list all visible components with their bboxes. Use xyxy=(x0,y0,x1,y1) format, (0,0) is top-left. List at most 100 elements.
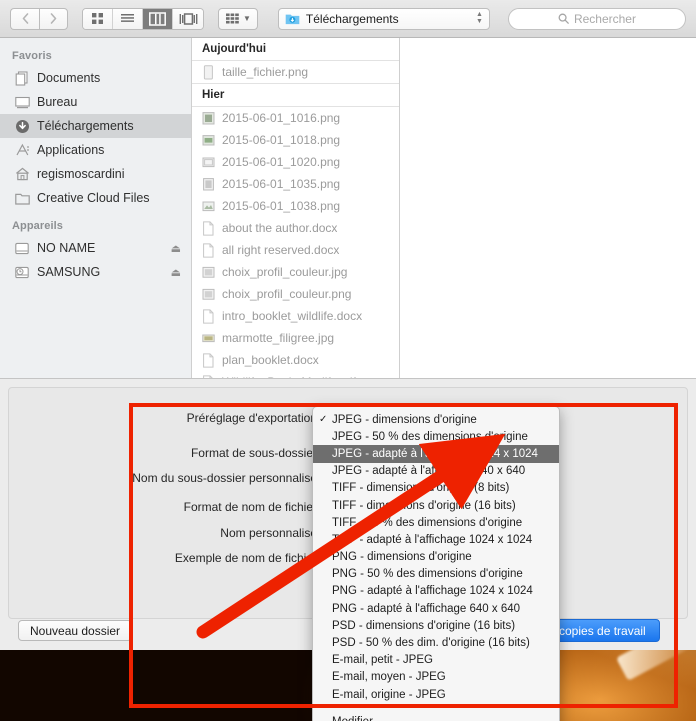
forward-button[interactable] xyxy=(39,7,68,30)
menu-item[interactable]: PSD - 50 % des dim. d'origine (16 bits) xyxy=(313,634,559,651)
file-row[interactable]: A Wildlife_Book_Modify.pdf xyxy=(192,371,399,378)
sidebar-item-no-name[interactable]: NO NAME ⏏ xyxy=(0,236,191,260)
file-name: marmotte_filigree.jpg xyxy=(222,331,335,345)
grid-icon xyxy=(92,13,103,24)
gallery-view-button[interactable] xyxy=(173,8,203,29)
menu-item-label: TIFF - dimensions d'origine (16 bits) xyxy=(332,499,516,512)
menu-item[interactable]: TIFF - adapté à l'affichage 1024 x 1024 xyxy=(313,531,559,548)
path-popup-button[interactable]: Téléchargements ▲ ▼ xyxy=(277,7,490,30)
image-file-icon xyxy=(203,177,214,190)
menu-item[interactable]: JPEG - adapté à l'affichage 640 x 640 xyxy=(313,463,559,480)
time-machine-drive-icon xyxy=(14,264,30,280)
file-name: 2015-06-01_1020.png xyxy=(222,155,341,169)
menu-item-modify[interactable]: Modifier... xyxy=(313,712,559,721)
image-file-icon xyxy=(202,288,215,300)
menu-item[interactable]: E-mail, petit - JPEG xyxy=(313,652,559,669)
back-button[interactable] xyxy=(10,7,39,30)
menu-item[interactable]: JPEG - 50 % des dimensions d'origine xyxy=(313,428,559,445)
menu-item[interactable]: E-mail, moyen - JPEG xyxy=(313,669,559,686)
file-row[interactable]: choix_profil_couleur.jpg xyxy=(192,261,399,283)
menu-separator xyxy=(321,707,551,709)
menu-item[interactable]: E-mail, origine - JPEG xyxy=(313,686,559,703)
menu-item[interactable]: TIFF - dimensions d'origine (8 bits) xyxy=(313,480,559,497)
file-name: choix_profil_couleur.jpg xyxy=(222,265,348,279)
sidebar-item-applications[interactable]: Applications xyxy=(0,138,191,162)
file-row[interactable]: 2015-06-01_1020.png xyxy=(192,151,399,173)
file-row[interactable]: 2015-06-01_1035.png xyxy=(192,173,399,195)
list-view-button[interactable] xyxy=(113,8,143,29)
list-icon xyxy=(121,14,134,22)
file-row[interactable]: 2015-06-01_1016.png xyxy=(192,107,399,129)
downloads-folder-icon xyxy=(285,14,300,25)
file-name: all right reserved.docx xyxy=(222,243,340,257)
export-preset-menu[interactable]: ✓ JPEG - dimensions d'origine JPEG - 50 %… xyxy=(312,406,560,721)
file-name: plan_booklet.docx xyxy=(222,353,319,367)
sidebar: Favoris Documents Bureau Téléchargements xyxy=(0,38,192,378)
file-name: 2015-06-01_1016.png xyxy=(222,111,341,125)
menu-item-label: PSD - dimensions d'origine (16 bits) xyxy=(332,619,516,632)
navigation-buttons xyxy=(10,7,68,30)
search-field[interactable]: Rechercher xyxy=(507,7,686,30)
file-name: 2015-06-01_1038.png xyxy=(222,199,341,213)
checkmark-icon: ✓ xyxy=(319,414,328,426)
search-icon xyxy=(558,13,569,24)
image-file-icon xyxy=(202,201,215,211)
menu-item[interactable]: PNG - adapté à l'affichage 640 x 640 xyxy=(313,600,559,617)
column-view-button[interactable] xyxy=(143,8,173,29)
field-label-filename-example: Exemple de nom de fichier xyxy=(174,551,317,565)
file-row[interactable]: all right reserved.docx xyxy=(192,239,399,261)
file-name: choix_profil_couleur.png xyxy=(222,287,352,301)
menu-item-label: PNG - 50 % des dimensions d'origine xyxy=(332,568,523,581)
downloads-icon xyxy=(14,118,30,134)
desktop-icon xyxy=(14,94,30,110)
action-menu-button[interactable]: ▼ xyxy=(218,7,258,30)
image-file-icon xyxy=(202,157,215,167)
menu-item[interactable]: PNG - dimensions d'origine xyxy=(313,549,559,566)
sidebar-item-telechargements[interactable]: Téléchargements xyxy=(0,114,191,138)
file-row[interactable]: 2015-06-01_1038.png xyxy=(192,195,399,217)
sidebar-section-header-favoris: Favoris xyxy=(12,50,52,62)
file-name: 2015-06-01_1035.png xyxy=(222,177,341,191)
sidebar-item-label: Téléchargements xyxy=(37,119,134,133)
menu-item-label: TIFF - adapté à l'affichage 1024 x 1024 xyxy=(332,533,533,546)
toolbar: ▼ Téléchargements ▲ ▼ Rechercher xyxy=(0,0,696,38)
icon-view-button[interactable] xyxy=(83,8,113,29)
sidebar-section-header-appareils: Appareils xyxy=(12,220,64,232)
menu-item-label: JPEG - 50 % des dimensions d'origine xyxy=(332,430,528,443)
sidebar-item-samsung[interactable]: SAMSUNG ⏏ xyxy=(0,260,191,284)
sidebar-item-creative-cloud-files[interactable]: Creative Cloud Files xyxy=(0,186,191,210)
file-browser: Favoris Documents Bureau Téléchargements xyxy=(0,38,696,378)
menu-item[interactable]: PSD - dimensions d'origine (16 bits) xyxy=(313,617,559,634)
eject-icon[interactable]: ⏏ xyxy=(171,242,181,255)
file-name: 2015-06-01_1018.png xyxy=(222,133,341,147)
sidebar-item-documents[interactable]: Documents xyxy=(0,66,191,90)
file-row[interactable]: intro_booklet_wildlife.docx xyxy=(192,305,399,327)
file-name: intro_booklet_wildlife.docx xyxy=(222,309,363,323)
eject-icon[interactable]: ⏏ xyxy=(171,266,181,279)
file-row[interactable]: marmotte_filigree.jpg xyxy=(192,327,399,349)
sidebar-item-home[interactable]: regismoscardini xyxy=(0,162,191,186)
file-row[interactable]: taille_fichier.png xyxy=(192,61,399,83)
file-row[interactable]: plan_booklet.docx xyxy=(192,349,399,371)
menu-item-label: TIFF - dimensions d'origine (8 bits) xyxy=(332,482,510,495)
sidebar-item-bureau[interactable]: Bureau xyxy=(0,90,191,114)
sidebar-item-label: Documents xyxy=(37,71,101,85)
menu-item[interactable]: TIFF - 50 % des dimensions d'origine xyxy=(313,514,559,531)
sidebar-item-label: NO NAME xyxy=(37,241,96,255)
menu-item[interactable]: ✓ JPEG - dimensions d'origine xyxy=(313,411,559,428)
new-folder-button[interactable]: Nouveau dossier xyxy=(18,620,133,641)
menu-item[interactable]: PNG - adapté à l'affichage 1024 x 1024 xyxy=(313,583,559,600)
file-row[interactable]: choix_profil_couleur.png xyxy=(192,283,399,305)
image-file-icon xyxy=(202,111,215,124)
gear-icon xyxy=(226,13,239,24)
file-row[interactable]: 2015-06-01_1018.png xyxy=(192,129,399,151)
file-row[interactable]: about the author.docx xyxy=(192,217,399,239)
menu-item[interactable]: TIFF - dimensions d'origine (16 bits) xyxy=(313,497,559,514)
menu-item-label: E-mail, moyen - JPEG xyxy=(332,671,446,684)
menu-item-selected[interactable]: JPEG - adapté à l'affichage 1024 x 1024 xyxy=(313,445,559,463)
path-popup-label: Téléchargements xyxy=(305,11,399,26)
menu-item[interactable]: PNG - 50 % des dimensions d'origine xyxy=(313,566,559,583)
file-name: about the author.docx xyxy=(222,221,338,235)
menu-item-label: JPEG - dimensions d'origine xyxy=(332,413,477,426)
file-list-column[interactable]: Aujourd'hui taille_fichier.png Hier 2015… xyxy=(192,38,400,378)
